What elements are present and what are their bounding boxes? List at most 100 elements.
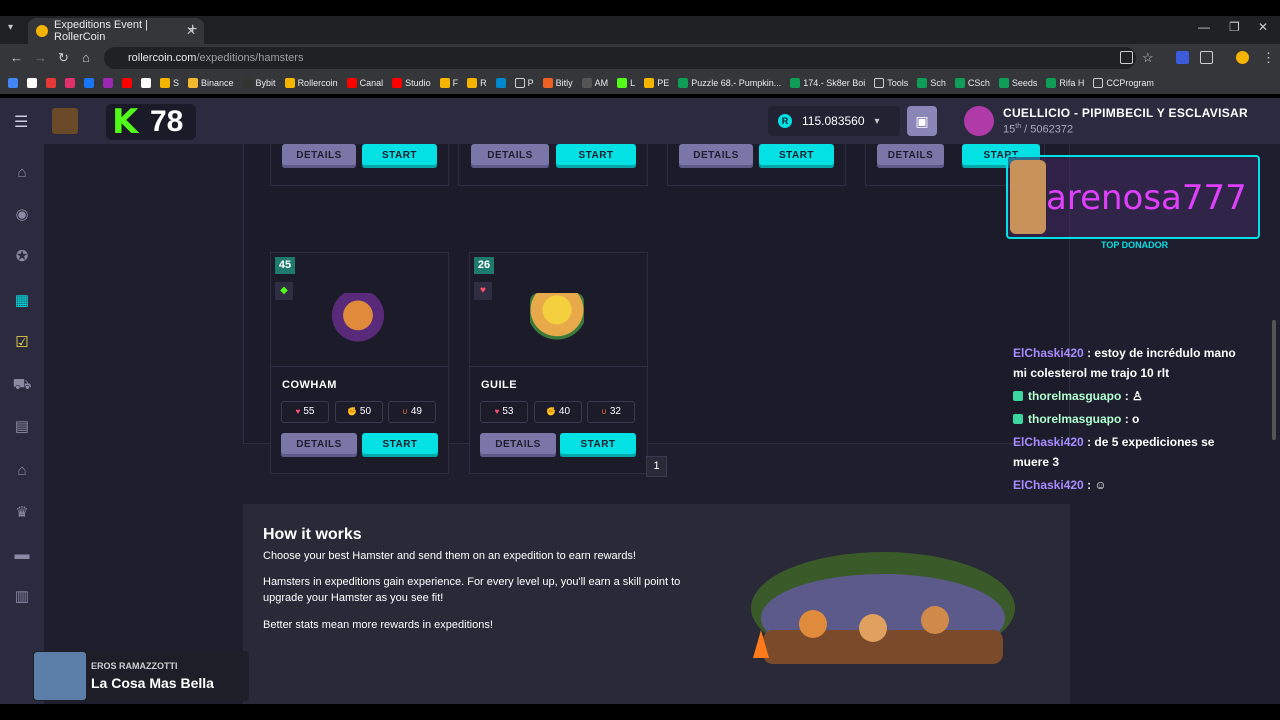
bookmark-item[interactable]: Canal [346,78,383,88]
hamster-cowham-image [331,293,385,349]
reload-icon[interactable]: ↻ [58,50,69,66]
top-donor-label: TOP DONADOR [1101,240,1169,250]
top-donor-name: arenosa777 [1046,178,1247,218]
how-it-works-text: Choose your best Hamster and send them o… [263,550,636,562]
bookmark-item[interactable]: F [439,78,458,88]
hamster-image-area: 26 ♥ [470,253,647,367]
sidebar-item-expeditions[interactable]: ▦ [12,292,32,310]
profile-avatar-icon[interactable] [1236,51,1249,64]
bookmark-item[interactable]: Studio [392,78,431,88]
subscriber-badge-icon [1013,391,1023,401]
bookmark-item[interactable]: Bitly [542,78,573,88]
hamster-avatar-icon[interactable] [52,108,78,134]
sidebar-item-trophies[interactable]: ♛ [12,504,32,522]
details-button[interactable]: DETAILS [281,433,357,457]
bookmark-item[interactable]: L [617,78,635,88]
browser-tab-strip: ▾ Expeditions Event | RollerCoin ✕ + — ❐… [0,16,1280,44]
details-button[interactable]: DETAILS [471,144,549,168]
bookmark-item[interactable] [122,78,132,88]
extension-icon[interactable] [1176,51,1189,64]
bookmark-item[interactable]: Bybit [242,78,276,88]
install-app-icon[interactable] [1120,51,1133,64]
hamster-image-area: 45 ◆ [271,253,448,367]
browser-menu-icon[interactable]: ⋮ [1262,50,1275,66]
close-window-icon[interactable]: ✕ [1258,20,1268,34]
bookmark-item[interactable]: Puzzle 68.- Pumpkin... [678,78,781,88]
hamster-guile-image [530,293,584,349]
bookmark-folder[interactable]: CCProgram [1093,78,1154,88]
chat-message: thorelmasguapo : o [1013,409,1253,429]
bookmark-folder[interactable]: P [514,78,534,88]
bookmark-item[interactable]: R [467,78,487,88]
tab-search-icon[interactable]: ▾ [8,22,13,33]
forward-icon[interactable]: → [34,50,47,65]
sidebar-item-games[interactable]: ◉ [12,206,32,224]
bookmark-item[interactable] [8,78,18,88]
home-icon[interactable]: ⌂ [82,50,90,65]
bookmark-item[interactable] [495,78,506,88]
sidebar-item-tasks[interactable]: ☑ [12,334,32,352]
start-button[interactable]: START [556,144,636,168]
bookmark-item[interactable]: PE [644,78,669,88]
bookmark-item[interactable]: Binance [188,78,234,88]
bookmark-item[interactable] [84,78,94,88]
details-button[interactable]: DETAILS [282,144,356,168]
horseshoe-icon: ∪ [601,407,607,416]
extensions-puzzle-icon[interactable] [1200,51,1213,64]
hamburger-menu-icon[interactable]: ☰ [14,112,28,132]
bookmark-item[interactable]: S [160,78,179,88]
heart-icon: ♥ [295,407,301,416]
maximize-icon[interactable]: ❐ [1229,20,1240,34]
start-button[interactable]: START [362,433,438,457]
minimize-icon[interactable]: — [1198,20,1210,34]
bookmark-item[interactable]: Rollercoin [284,78,338,88]
details-button[interactable]: DETAILS [679,144,753,168]
address-bar[interactable]: rollercoin.com/expeditions/hamsters [104,47,1136,69]
browser-tab-expeditions[interactable]: Expeditions Event | RollerCoin ✕ [28,18,204,44]
new-tab-icon[interactable]: + [188,21,197,39]
sidebar-item-leaderboard[interactable]: ▬ [12,546,32,564]
bookmark-item[interactable] [141,78,151,88]
start-button[interactable]: START [560,433,636,457]
hamster-card-partial: DETAILS START [667,144,846,186]
bookmark-folder[interactable]: Tools [874,78,908,88]
hamster-list-panel: DETAILS START DETAILS START DETAILS STAR… [243,144,1070,474]
bookmark-item[interactable]: CSch [954,78,990,88]
bookmark-star-icon[interactable]: ☆ [1142,50,1154,66]
details-button[interactable]: DETAILS [480,433,556,457]
back-icon[interactable]: ← [10,50,23,65]
bookmark-item[interactable]: 174.- Sk8er Boi [790,78,865,88]
bookmark-item[interactable] [46,78,56,88]
balance-value: 115.083560 [802,114,865,128]
stat-health: ♥ 53 [480,401,528,423]
bookmark-item[interactable] [103,78,113,88]
sidebar-item-rewards[interactable]: ✪ [12,248,32,266]
sidebar-item-rooms[interactable]: ⌂ [12,462,32,480]
page-scrollbar[interactable] [1272,320,1276,440]
hamster-name: GUILE [481,379,518,391]
sidebar-item-home[interactable]: ⌂ [12,164,32,182]
bookmark-item[interactable]: AM [581,78,608,88]
pagination-page-1[interactable]: 1 [646,456,667,477]
bookmark-item[interactable]: Seeds [998,78,1037,88]
how-it-works-text: Hamsters in expeditions gain experience.… [263,576,681,604]
screen: ▾ Expeditions Event | RollerCoin ✕ + — ❐… [0,0,1280,720]
bookmark-item[interactable]: Sch [917,78,946,88]
bookmark-item[interactable] [27,78,37,88]
sidebar-item-store[interactable]: ▤ [12,418,32,436]
bookmark-item[interactable]: Rifa H [1046,78,1084,88]
start-button[interactable]: START [362,144,437,168]
chat-message: ElChaski420 : estoy de incrédulo mano mi… [1013,346,1236,380]
sidebar-item-news[interactable]: ▥ [12,588,32,606]
bookmarks-bar: S Binance Bybit Rollercoin Canal Studio … [0,72,1280,94]
username[interactable]: CUELLICIO - PIPIMBECIL Y ESCLAVISAR [1003,106,1248,120]
balance-selector[interactable]: R 115.083560 ▾ [768,106,900,136]
avatar[interactable] [964,106,994,136]
wallet-button[interactable]: ▣ [907,106,937,136]
start-button[interactable]: START [759,144,834,168]
music-artist: EROS RAMAZZOTTI [91,661,178,671]
details-button[interactable]: DETAILS [877,144,944,168]
sidebar-item-marketplace[interactable]: ⛟ [12,376,32,394]
now-playing-overlay: EROS RAMAZZOTTI La Cosa Mas Bella [33,651,249,701]
bookmark-item[interactable] [65,78,75,88]
